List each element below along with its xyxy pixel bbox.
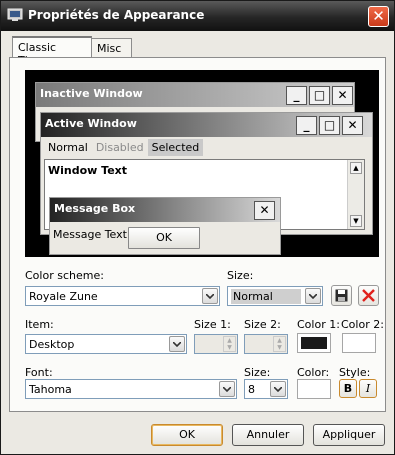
close-icon: ✕ <box>372 7 385 25</box>
font-value: Tahoma <box>29 383 72 396</box>
font-select[interactable]: Tahoma <box>25 379 237 399</box>
menu-item-selected[interactable]: Selected <box>147 139 204 156</box>
window-title: Propriétés de Appearance <box>28 8 205 22</box>
menu-item-disabled[interactable]: Disabled <box>92 139 148 156</box>
appearance-dialog: Propriétés de Appearance ✕ Classic Theme… <box>0 0 395 455</box>
item-label: Item: <box>25 318 54 331</box>
scroll-up-icon[interactable]: ▲ <box>350 162 362 174</box>
size1-spinner[interactable]: ▲ ▼ <box>194 334 238 354</box>
spinner-arrows-icon[interactable]: ▲ ▼ <box>273 336 286 352</box>
appearance-preview: Inactive Window _ □ ✕ Active Window _ □ … <box>25 70 379 257</box>
tab-label: Misc <box>97 42 122 55</box>
color2-label: Color 2: <box>341 318 384 331</box>
message-box-title-bar: Message Box <box>50 198 280 222</box>
scheme-size-label: Size: <box>227 269 254 282</box>
color2-button[interactable] <box>342 333 376 353</box>
apply-button[interactable]: Appliquer <box>313 424 385 446</box>
delete-icon <box>362 289 375 302</box>
minimize-icon: _ <box>296 116 317 135</box>
chevron-down-icon[interactable] <box>202 288 218 304</box>
tab-misc[interactable]: Misc <box>91 38 132 58</box>
chevron-down-icon[interactable] <box>305 288 321 304</box>
inactive-window-title: Inactive Window <box>40 87 143 100</box>
font-label: Font: <box>25 366 53 379</box>
color-scheme-value: Royale Zune <box>29 290 98 303</box>
font-color-button[interactable] <box>297 379 331 399</box>
active-window-title: Active Window <box>45 117 137 130</box>
ok-button[interactable]: OK <box>151 424 223 446</box>
title-bar[interactable]: Propriétés de Appearance ✕ <box>1 1 394 31</box>
close-icon: ✕ <box>332 86 353 105</box>
message-box-title: Message Box <box>54 202 136 215</box>
item-select[interactable]: Desktop <box>25 334 187 354</box>
save-icon <box>335 289 348 302</box>
preview-menu-bar: Normal Disabled Selected <box>44 139 204 157</box>
color-scheme-label: Color scheme: <box>25 269 104 282</box>
font-size-select[interactable]: 8 <box>244 379 288 399</box>
color1-label: Color 1: <box>297 318 340 331</box>
app-icon <box>7 8 23 22</box>
close-icon: ✕ <box>254 201 275 220</box>
chevron-down-icon[interactable] <box>270 381 286 397</box>
scheme-size-select[interactable]: Normal <box>227 286 323 306</box>
message-text: Message Text <box>53 228 127 241</box>
font-size-label: Size: <box>244 366 271 379</box>
message-ok-button[interactable]: OK <box>128 227 200 249</box>
vertical-scrollbar[interactable]: ▲ ▼ <box>347 160 364 229</box>
font-color-label: Color: <box>297 366 330 379</box>
bold-toggle[interactable]: B <box>339 379 357 398</box>
color1-button[interactable] <box>297 333 331 353</box>
font-style-label: Style: <box>339 366 371 379</box>
minimize-icon: _ <box>286 86 307 105</box>
save-scheme-button[interactable] <box>331 285 352 306</box>
spinner-arrows-icon[interactable]: ▲ ▼ <box>223 336 236 352</box>
chevron-down-icon[interactable] <box>219 381 235 397</box>
italic-toggle[interactable]: I <box>359 379 377 398</box>
close-window-button[interactable]: ✕ <box>368 6 389 27</box>
chevron-down-icon[interactable] <box>169 336 185 352</box>
size1-label: Size 1: <box>194 318 231 331</box>
close-icon: ✕ <box>342 116 363 135</box>
size2-spinner[interactable]: ▲ ▼ <box>244 334 288 354</box>
maximize-icon: □ <box>309 86 330 105</box>
maximize-icon: □ <box>319 116 340 135</box>
scroll-down-icon[interactable]: ▼ <box>350 215 362 227</box>
tab-classic-theme[interactable]: Classic Theme <box>12 36 92 67</box>
cancel-button[interactable]: Annuler <box>232 424 304 446</box>
message-box-preview[interactable]: Message Box ✕ Message Text OK <box>49 197 281 255</box>
size2-label: Size 2: <box>244 318 281 331</box>
scheme-size-value: Normal <box>231 289 301 304</box>
color1-swatch <box>301 337 327 349</box>
menu-item-normal[interactable]: Normal <box>44 139 92 156</box>
delete-scheme-button[interactable] <box>358 285 379 306</box>
item-value: Desktop <box>29 338 75 351</box>
window-text: Window Text <box>48 164 128 177</box>
color-scheme-select[interactable]: Royale Zune <box>25 286 220 306</box>
font-size-value: 8 <box>248 383 255 396</box>
